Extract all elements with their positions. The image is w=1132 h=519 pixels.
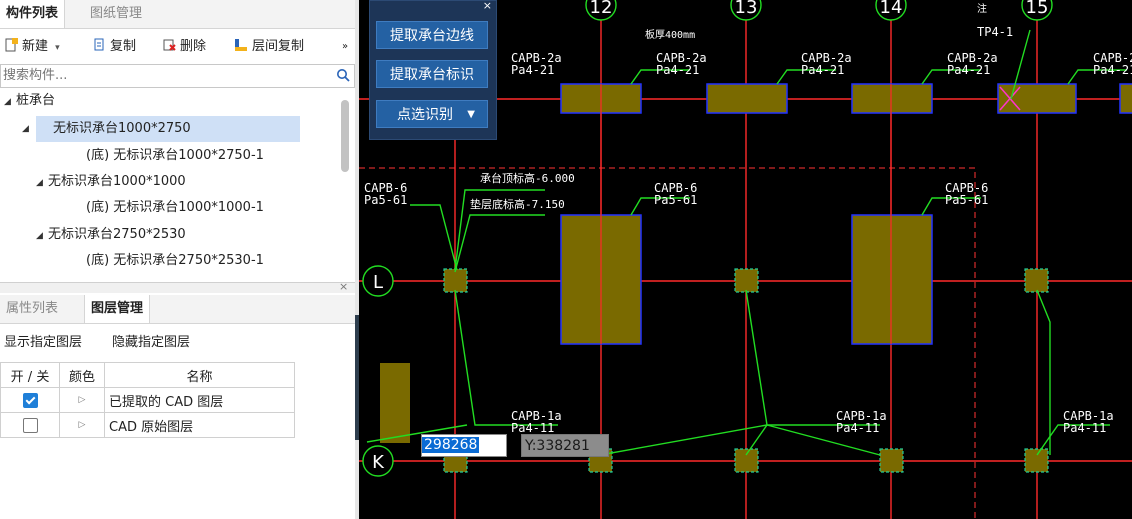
component-tabs: 构件列表 图纸管理 — [0, 0, 355, 29]
copy-icon — [94, 38, 104, 51]
layer-name: 已提取的 CAD 图层 — [104, 387, 295, 413]
pile-cap — [851, 214, 933, 345]
cap-label: Pa4-11 — [836, 421, 879, 435]
layer-name: CAD 原始图层 — [104, 412, 295, 438]
cap-label: TP4-1 — [977, 25, 1013, 39]
cap-label: Pa4-11 — [1063, 421, 1106, 435]
point-identify-button[interactable]: 点选识别 ▼ — [376, 100, 488, 128]
close-icon[interactable]: × — [339, 281, 348, 292]
column-header-name: 名称 — [104, 362, 295, 388]
layer-tabs: 属性列表 图层管理 — [0, 295, 355, 324]
tree-group-item[interactable]: ◢ 无标识承台1000*2750 — [22, 116, 300, 142]
tree-group-item[interactable]: ◢ 无标识承台1000*1000 — [36, 169, 186, 195]
new-file-icon — [5, 38, 18, 52]
axis-number: 12 — [590, 0, 613, 18]
small-cap — [443, 268, 468, 293]
tree-group-item[interactable]: ◢ 无标识承台2750*2530 — [36, 222, 186, 248]
small-cap — [1024, 448, 1049, 473]
cap-label: Pa4-21 — [947, 63, 990, 77]
cap-label: Pa4-11 — [511, 421, 554, 435]
cap-label: 承台顶标高-6.000 — [480, 171, 575, 185]
tab-component-list[interactable]: 构件列表 — [0, 0, 66, 28]
small-cap — [1024, 268, 1049, 293]
cap-label: Pa4-21 — [511, 63, 554, 77]
cap-label: Pa4-21 — [656, 63, 699, 77]
expanded-arrow-icon: ◢ — [4, 97, 11, 107]
tree-child-item[interactable]: (底) 无标识承台1000*2750-1 — [86, 143, 264, 169]
pile-cap — [851, 83, 933, 114]
expand-arrow-icon[interactable]: ▷ — [59, 387, 105, 413]
copy-button[interactable]: 复制 — [92, 37, 136, 57]
delete-button[interactable]: 删除 — [162, 37, 206, 57]
extract-cap-edge-button[interactable]: 提取承台边线 — [376, 21, 488, 49]
axis-letter: L — [373, 272, 383, 293]
leader-line — [410, 204, 458, 271]
extract-cap-label-button[interactable]: 提取承台标识 — [376, 60, 488, 88]
tab-drawing-management[interactable]: 图纸管理 — [84, 0, 148, 28]
hide-layer-button[interactable]: 隐藏指定图层 — [112, 333, 190, 353]
axis-number: 14 — [880, 0, 903, 18]
recognition-toolbox: × 提取承台边线 提取承台标识 点选识别 ▼ — [369, 0, 497, 140]
column-header-toggle: 开 / 关 — [0, 362, 60, 388]
layer-actions: 显示指定图层 隐藏指定图层 — [0, 325, 355, 359]
layer-toggle-checkbox[interactable] — [22, 392, 38, 408]
left-panel: 构件列表 图纸管理 新建 ▾ 复制 删除 层间复制 » ◢桩承台 ◢无标识承台1… — [0, 0, 355, 519]
cap-label: Pa5-61 — [945, 193, 988, 207]
expanded-arrow-icon: ◢ — [22, 124, 29, 134]
search-icon[interactable] — [336, 68, 350, 82]
panel-splitter[interactable] — [0, 282, 355, 293]
more-tools-button[interactable]: » — [342, 37, 348, 57]
tree-child-item[interactable]: (底) 无标识承台2750*2530-1 — [86, 248, 264, 274]
close-icon[interactable]: × — [483, 0, 492, 12]
search-box — [0, 64, 355, 88]
show-layer-button[interactable]: 显示指定图层 — [4, 333, 82, 353]
expand-arrow-icon[interactable]: ▷ — [59, 412, 105, 438]
cap-label: Pa5-61 — [364, 193, 407, 207]
axis-number: 15 — [1026, 0, 1049, 18]
axis-letter: K — [372, 452, 385, 473]
small-cap — [734, 268, 759, 293]
cap-label: Pa5-61 — [654, 193, 697, 207]
small-cap — [879, 448, 904, 473]
new-button[interactable]: 新建 ▾ — [4, 37, 60, 57]
column-header-color: 颜色 — [59, 362, 105, 388]
search-input[interactable] — [1, 65, 325, 85]
leader-line — [454, 289, 558, 426]
tab-properties[interactable]: 属性列表 — [0, 295, 64, 323]
leader-line — [454, 214, 545, 273]
cap-label: 注 — [977, 2, 987, 15]
component-toolbar: 新建 ▾ 复制 删除 层间复制 » — [0, 29, 355, 63]
expanded-arrow-icon: ◢ — [36, 231, 43, 241]
tab-layer-management[interactable]: 图层管理 — [84, 295, 151, 323]
cap-label: 板厚400mm — [645, 28, 695, 41]
layer-table: 开 / 关 颜色 名称 ▷ 已提取的 CAD 图层 ▷ CAD 原始图层 — [0, 362, 295, 438]
pile-cap — [706, 83, 788, 114]
tree-scrollbar[interactable] — [341, 100, 349, 172]
table-row: ▷ 已提取的 CAD 图层 — [0, 387, 295, 413]
chevron-down-icon: ▼ — [467, 109, 475, 120]
coord-x-input[interactable]: 298268 — [421, 434, 507, 457]
pile-cap — [1119, 83, 1132, 114]
component-tree: ◢ 桩承台 ◢ 无标识承台1000*2750 (底) 无标识承台1000*2750-… — [0, 88, 355, 276]
cap-label: 垫层底标高-7.150 — [470, 197, 565, 211]
pile-cap-partial — [380, 363, 410, 443]
cap-label: Pa4-21 — [801, 63, 844, 77]
leader-line — [1036, 289, 1051, 455]
table-row: ▷ CAD 原始图层 — [0, 412, 295, 438]
tree-root[interactable]: ◢ 桩承台 — [4, 88, 55, 114]
layer-toggle-checkbox[interactable] — [22, 417, 38, 433]
small-cap — [734, 448, 759, 473]
coord-y-display[interactable]: Y:338281 — [521, 434, 609, 457]
tree-child-item[interactable]: (底) 无标识承台1000*1000-1 — [86, 195, 264, 221]
cap-label: Pa4-21 — [1093, 63, 1132, 77]
chevron-down-icon: ▾ — [55, 43, 60, 53]
expanded-arrow-icon: ◢ — [36, 178, 43, 188]
floor-copy-button[interactable]: 层间复制 — [234, 37, 304, 57]
axis-number: 13 — [735, 0, 758, 18]
floor-copy-icon — [235, 39, 247, 51]
delete-icon — [163, 39, 176, 51]
